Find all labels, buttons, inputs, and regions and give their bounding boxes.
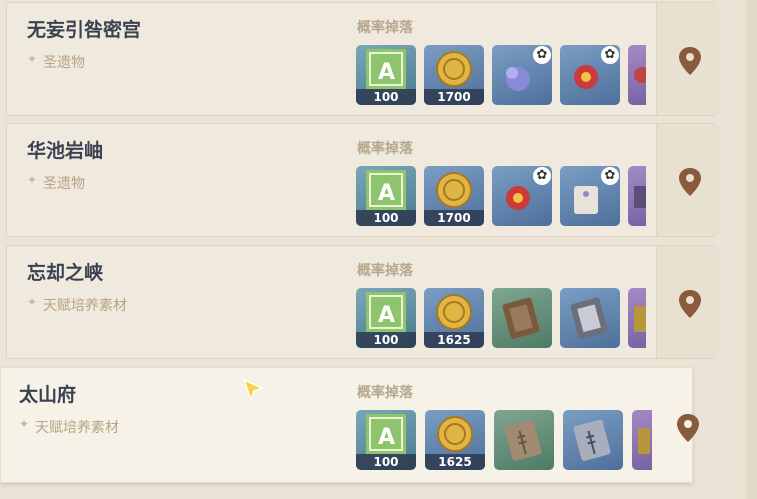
- drops-strip: A 100 1700 ✿ ✿: [356, 45, 646, 107]
- partial-artifact-icon: [634, 67, 646, 83]
- star-badge-icon: ✿: [601, 167, 619, 185]
- item-quantity: 100: [356, 210, 416, 226]
- artifact-item[interactable]: ✿: [560, 45, 620, 105]
- svg-text:A: A: [378, 60, 395, 85]
- item-quantity: 1625: [424, 332, 484, 348]
- artifact-item[interactable]: [628, 45, 646, 105]
- artifact-item[interactable]: [628, 166, 646, 226]
- mora-item[interactable]: 1700: [424, 166, 484, 226]
- talent-book-item[interactable]: [560, 288, 620, 348]
- item-quantity: 100: [356, 454, 416, 470]
- talent-book-item[interactable]: [632, 410, 652, 470]
- domain-name: 华池岩岫: [27, 140, 104, 162]
- drops-label: 概率掉落: [357, 141, 413, 157]
- category-icon: ✦: [27, 52, 38, 66]
- drops-strip: A 100 1625: [356, 410, 652, 472]
- domain-type: 圣遗物: [43, 176, 85, 192]
- item-quantity: 1700: [424, 210, 484, 226]
- domain-type: 圣遗物: [43, 55, 85, 71]
- domain-type: 天赋培养素材: [35, 420, 119, 436]
- category-icon: ✦: [27, 173, 38, 187]
- location-pin-icon[interactable]: [679, 47, 701, 75]
- prosperity-book-blue-icon: [573, 419, 611, 461]
- talent-book-item[interactable]: [628, 288, 646, 348]
- location-pin-icon[interactable]: [679, 290, 701, 318]
- adventure-exp-item[interactable]: A 100: [356, 410, 416, 470]
- star-badge-icon: ✿: [533, 167, 551, 185]
- location-pin-icon[interactable]: [677, 414, 699, 442]
- svg-text:A: A: [378, 181, 395, 206]
- star-badge-icon: ✿: [601, 46, 619, 64]
- svg-text:A: A: [378, 303, 395, 328]
- item-quantity: 1700: [424, 89, 484, 105]
- partial-talent-book-icon: [634, 306, 646, 332]
- drops-strip: A 100 1700 ✿ ✿: [356, 166, 646, 228]
- talent-book-blue-icon: [570, 297, 608, 339]
- domain-name: 无妄引咎密宫: [27, 19, 142, 41]
- location-column: [656, 246, 719, 358]
- domain-row[interactable]: 无妄引咎密宫 ✦ 圣遗物 概率掉落 A 100 1700 ✿ ✿: [6, 2, 719, 116]
- domain-row[interactable]: 华池岩岫 ✦ 圣遗物 概率掉落 A 100 1700 ✿ ✿: [6, 123, 719, 237]
- domain-row[interactable]: 忘却之峡 ✦ 天赋培养素材 概率掉落 A 100 1625: [6, 245, 719, 359]
- mora-item[interactable]: 1625: [425, 410, 485, 470]
- cursor-sparkle-icon: [242, 378, 264, 402]
- domain-name: 太山府: [19, 384, 77, 406]
- drops-label: 概率掉落: [357, 385, 413, 401]
- adventure-exp-item[interactable]: A 100: [356, 288, 416, 348]
- location-column: [656, 124, 719, 236]
- artifact-item[interactable]: ✿: [492, 166, 552, 226]
- adventure-exp-item[interactable]: A 100: [356, 166, 416, 226]
- svg-text:A: A: [378, 425, 395, 450]
- domain-name: 忘却之峡: [27, 262, 104, 284]
- mora-item[interactable]: 1625: [424, 288, 484, 348]
- drops-label: 概率掉落: [357, 263, 413, 279]
- partial-artifact-icon: [634, 186, 646, 208]
- artifact-item[interactable]: ✿: [560, 166, 620, 226]
- drops-label: 概率掉落: [357, 20, 413, 36]
- prosperity-book-green-icon: [504, 419, 542, 461]
- star-badge-icon: ✿: [533, 46, 551, 64]
- drops-strip: A 100 1625: [356, 288, 646, 350]
- artifact-item[interactable]: ✿: [492, 45, 552, 105]
- adventure-exp-item[interactable]: A 100: [356, 45, 416, 105]
- talent-book-item[interactable]: [563, 410, 623, 470]
- domain-type: 天赋培养素材: [43, 298, 127, 314]
- item-quantity: 1625: [425, 454, 485, 470]
- item-quantity: 100: [356, 89, 416, 105]
- location-column: [656, 3, 719, 115]
- talent-book-green-icon: [502, 297, 540, 339]
- location-pin-icon[interactable]: [679, 168, 701, 196]
- mora-item[interactable]: 1700: [424, 45, 484, 105]
- category-icon: ✦: [27, 295, 38, 309]
- category-icon: ✦: [19, 417, 30, 431]
- domain-row-selected[interactable]: 太山府 ✦ 天赋培养素材 概率掉落 A 100 1625: [0, 367, 699, 483]
- item-quantity: 100: [356, 332, 416, 348]
- talent-book-item[interactable]: [494, 410, 554, 470]
- partial-talent-book-icon: [638, 428, 650, 454]
- scrollbar-track[interactable]: [746, 0, 757, 499]
- talent-book-item[interactable]: [492, 288, 552, 348]
- domain-list: 无妄引咎密宫 ✦ 圣遗物 概率掉落 A 100 1700 ✿ ✿ 华池岩岫 ✦ …: [0, 0, 757, 499]
